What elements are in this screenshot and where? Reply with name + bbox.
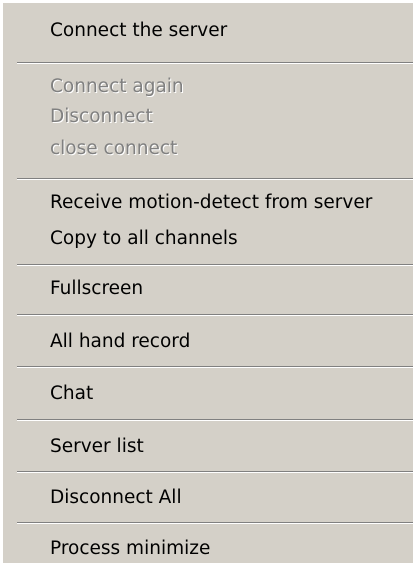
menu-item-connect-again[interactable]: Connect again — [50, 71, 184, 103]
menu-item-chat[interactable]: Chat — [50, 378, 93, 410]
menu-item-server-list[interactable]: Server list — [50, 431, 144, 463]
menu-separator — [17, 522, 413, 524]
menu-item-close-connect[interactable]: close connect — [50, 133, 177, 165]
menu-item-process-minimize[interactable]: Process minimize — [50, 533, 210, 565]
menu-separator — [17, 366, 413, 368]
menu-separator — [17, 178, 413, 180]
menu-item-copy-to-all-channels[interactable]: Copy to all channels — [50, 223, 238, 255]
menu-item-receive-motion-detect[interactable]: Receive motion-detect from server — [50, 187, 372, 219]
menu-item-fullscreen[interactable]: Fullscreen — [50, 273, 143, 305]
menu-separator — [17, 419, 413, 421]
menu-separator — [17, 314, 413, 316]
menu-item-disconnect-all[interactable]: Disconnect All — [50, 482, 182, 514]
menu-item-disconnect[interactable]: Disconnect — [50, 101, 153, 133]
menu-separator — [17, 471, 413, 473]
context-menu: Connect the server Connect again Disconn… — [0, 0, 413, 563]
menu-separator — [17, 62, 413, 64]
menu-separator — [17, 264, 413, 266]
menu-item-all-hand-record[interactable]: All hand record — [50, 326, 190, 358]
menu-item-connect-server[interactable]: Connect the server — [50, 15, 227, 47]
